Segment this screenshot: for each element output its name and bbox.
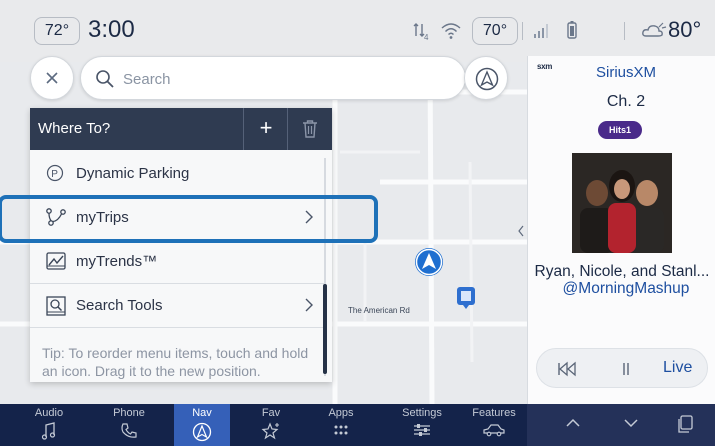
scrollbar-thumb[interactable] <box>323 284 327 374</box>
cell-signal-icon <box>534 24 548 38</box>
collapse-panel-button[interactable] <box>517 224 525 240</box>
clock: 3:00 <box>88 16 135 43</box>
close-search-button[interactable] <box>30 56 74 100</box>
street-label: The American Rd <box>348 306 410 315</box>
chevron-left-icon <box>518 225 524 237</box>
nav-icon <box>192 422 212 442</box>
nav-apps[interactable]: Apps <box>316 404 366 446</box>
where-to-title: Where To? <box>38 120 111 137</box>
nav-label: Nav <box>192 407 212 419</box>
add-button[interactable]: + <box>244 108 288 150</box>
cabin-temperature[interactable]: 70° <box>472 17 518 45</box>
nav-label: Settings <box>402 407 442 419</box>
playback-controls: Live <box>536 348 708 388</box>
where-to-header: Where To? + <box>30 108 332 150</box>
delete-button[interactable] <box>288 108 332 150</box>
search-tools-icon <box>46 296 66 316</box>
star-icon <box>261 422 279 440</box>
auto-navigation-icon <box>475 67 499 91</box>
trends-icon <box>46 252 66 270</box>
phone-battery-icon <box>567 21 577 39</box>
search-input[interactable] <box>123 68 443 90</box>
phone-icon <box>121 423 137 438</box>
weather-cloudy-icon <box>642 22 667 37</box>
close-icon <box>46 72 58 84</box>
selection-highlight <box>0 195 378 243</box>
pause-icon[interactable] <box>621 361 631 377</box>
search-bar[interactable] <box>80 56 466 100</box>
menu-item-search-tools[interactable]: Search Tools <box>30 284 326 328</box>
music-note-icon <box>41 422 56 440</box>
skip-back-icon[interactable] <box>557 361 577 377</box>
status-divider <box>522 22 523 40</box>
split-screen-icon[interactable] <box>677 415 693 433</box>
channel-logo: Hits1 <box>598 121 642 139</box>
apps-grid-icon <box>334 425 348 435</box>
weather-temperature: 80° <box>668 17 702 42</box>
source-name: SiriusXM <box>595 64 656 81</box>
nav-features[interactable]: Features <box>466 404 522 446</box>
nav-label: Audio <box>34 407 64 419</box>
nav-phone[interactable]: Phone <box>104 404 154 446</box>
album-art-image <box>572 153 672 253</box>
nav-label: Phone <box>113 407 145 419</box>
album-art <box>572 153 672 253</box>
trash-icon <box>303 120 317 138</box>
car-icon <box>483 424 505 437</box>
show-handle: @MorningMashup <box>562 280 690 297</box>
nav-fav[interactable]: Fav <box>246 404 296 446</box>
svg-text:4: 4 <box>424 33 429 42</box>
chevron-up-icon[interactable] <box>565 415 581 431</box>
nav-label: Apps <box>328 407 354 419</box>
menu-item-dynamic-parking[interactable]: P Dynamic Parking <box>30 152 326 196</box>
reorder-tip: Tip: To reorder menu items, touch and ho… <box>42 345 309 379</box>
wifi-icon <box>441 23 461 39</box>
auto-navigation-button[interactable] <box>464 56 508 100</box>
nav-settings[interactable]: Settings <box>394 404 450 446</box>
menu-item-label: Dynamic Parking <box>76 165 190 182</box>
vehicle-position-icon <box>415 248 443 276</box>
chevron-right-icon <box>305 298 313 312</box>
nav-audio[interactable]: Audio <box>24 404 74 446</box>
channel-number: Ch. 2 <box>606 93 646 110</box>
nav-nav[interactable]: Nav <box>174 404 230 446</box>
nav-label: Features <box>472 407 516 419</box>
poi-marker-icon[interactable] <box>455 286 477 310</box>
phone-signal-icon: 4 <box>413 23 429 42</box>
svg-text:P: P <box>51 169 58 180</box>
live-button[interactable]: Live <box>663 358 692 378</box>
menu-item-label: myTrends™ <box>76 253 158 270</box>
chevron-down-icon[interactable] <box>623 415 639 431</box>
bottom-media-controls <box>527 404 715 446</box>
where-to-panel: Where To? + P Dynamic Parking myTrips my… <box>30 108 332 382</box>
status-bar: 72° 3:00 4 70° 80° <box>0 0 715 62</box>
settings-sliders-icon <box>414 424 430 436</box>
nav-label: Fav <box>261 407 281 419</box>
parking-icon: P <box>46 164 64 182</box>
status-divider <box>624 22 625 40</box>
search-icon <box>96 70 114 88</box>
menu-item-label: Search Tools <box>76 297 163 314</box>
menu-item-mytrends[interactable]: myTrends™ <box>30 240 326 284</box>
outside-temperature: 72° <box>34 17 80 45</box>
